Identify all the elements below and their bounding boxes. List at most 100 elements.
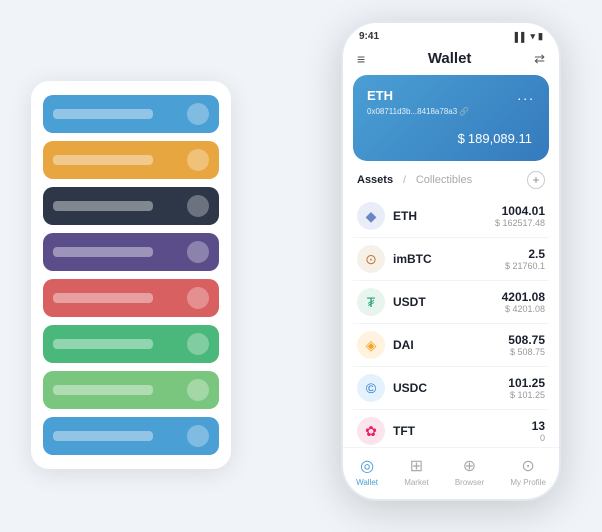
nav-label: Browser <box>455 478 484 487</box>
card-item-6[interactable] <box>43 371 219 409</box>
card-item-3[interactable] <box>43 233 219 271</box>
asset-left: © USDC <box>357 374 427 402</box>
eth-card[interactable]: ETH ... 0x08711d3b...8418a78a3 🔗 $189,08… <box>353 75 549 161</box>
card-icon <box>187 333 209 355</box>
eth-card-address: 0x08711d3b...8418a78a3 🔗 <box>367 107 535 116</box>
app-scene: 9:41 ▌▌ ▾ ▮ ≡ Wallet ⇄ ETH ... 0x08711d3… <box>21 21 581 511</box>
card-icon <box>187 241 209 263</box>
asset-name: imBTC <box>393 252 432 266</box>
asset-icon-usdt: ₮ <box>357 288 385 316</box>
nav-icon-my-profile: ⊙ <box>521 456 534 476</box>
eth-card-menu[interactable]: ... <box>517 87 535 103</box>
eth-card-currency: $ <box>458 131 465 146</box>
asset-amount: 101.25 <box>508 376 545 390</box>
card-label <box>53 385 153 395</box>
asset-item-dai[interactable]: ◈ DAI 508.75 $ 508.75 <box>353 324 549 367</box>
asset-amount: 2.5 <box>505 247 545 261</box>
status-icons: ▌▌ ▾ ▮ <box>515 31 543 42</box>
card-icon <box>187 149 209 171</box>
card-label <box>53 155 153 165</box>
card-icon <box>187 103 209 125</box>
tab-assets[interactable]: Assets <box>357 174 393 186</box>
asset-icon-tft: ✿ <box>357 417 385 445</box>
nav-item-browser[interactable]: ⊕ Browser <box>455 456 484 487</box>
asset-icon-usdc: © <box>357 374 385 402</box>
asset-usd: $ 162517.48 <box>495 218 545 228</box>
card-icon <box>187 379 209 401</box>
asset-amount: 1004.01 <box>495 204 545 218</box>
tab-collectibles[interactable]: Collectibles <box>416 174 472 186</box>
menu-icon[interactable]: ≡ <box>357 51 365 67</box>
card-label <box>53 247 153 257</box>
nav-item-wallet[interactable]: ◎ Wallet <box>356 456 378 487</box>
card-label <box>53 339 153 349</box>
asset-item-tft[interactable]: ✿ TFT 13 0 <box>353 410 549 447</box>
bottom-nav: ◎ Wallet ⊞ Market ⊕ Browser ⊙ My Profile <box>343 447 559 499</box>
card-icon <box>187 425 209 447</box>
card-item-2[interactable] <box>43 187 219 225</box>
asset-icon-imbtc: ⊙ <box>357 245 385 273</box>
tab-separator: / <box>403 175 406 186</box>
asset-amount: 508.75 <box>508 333 545 347</box>
eth-card-header: ETH ... <box>367 87 535 103</box>
asset-right: 1004.01 $ 162517.48 <box>495 204 545 228</box>
assets-tabs: Assets / Collectibles <box>357 174 472 186</box>
nav-icon-browser: ⊕ <box>463 456 476 476</box>
status-bar: 9:41 ▌▌ ▾ ▮ <box>343 23 559 46</box>
asset-left: ₮ USDT <box>357 288 426 316</box>
nav-label: Wallet <box>356 478 378 487</box>
asset-name: USDT <box>393 295 426 309</box>
asset-item-imbtc[interactable]: ⊙ imBTC 2.5 $ 21760.1 <box>353 238 549 281</box>
asset-left: ◈ DAI <box>357 331 414 359</box>
asset-usd: $ 101.25 <box>508 390 545 400</box>
nav-icon-market: ⊞ <box>410 456 423 476</box>
asset-name: USDC <box>393 381 427 395</box>
add-asset-button[interactable]: + <box>527 171 545 189</box>
nav-icon-wallet: ◎ <box>360 456 374 476</box>
card-item-1[interactable] <box>43 141 219 179</box>
nav-label: My Profile <box>510 478 546 487</box>
card-label <box>53 293 153 303</box>
asset-amount: 4201.08 <box>502 290 545 304</box>
asset-item-eth[interactable]: ◆ ETH 1004.01 $ 162517.48 <box>353 195 549 238</box>
asset-right: 101.25 $ 101.25 <box>508 376 545 400</box>
asset-left: ◆ ETH <box>357 202 417 230</box>
asset-usd: 0 <box>532 433 545 443</box>
nav-item-my-profile[interactable]: ⊙ My Profile <box>510 456 546 487</box>
asset-left: ✿ TFT <box>357 417 415 445</box>
asset-item-usdt[interactable]: ₮ USDT 4201.08 $ 4201.08 <box>353 281 549 324</box>
assets-header: Assets / Collectibles + <box>343 161 559 195</box>
card-item-7[interactable] <box>43 417 219 455</box>
page-title: Wallet <box>428 50 472 67</box>
expand-icon[interactable]: ⇄ <box>534 51 545 67</box>
nav-item-market[interactable]: ⊞ Market <box>404 456 428 487</box>
card-icon <box>187 287 209 309</box>
card-label <box>53 431 153 441</box>
card-stack <box>31 81 231 469</box>
asset-list: ◆ ETH 1004.01 $ 162517.48 ⊙ imBTC 2.5 $ … <box>343 195 559 447</box>
asset-icon-dai: ◈ <box>357 331 385 359</box>
asset-right: 4201.08 $ 4201.08 <box>502 290 545 314</box>
asset-name: DAI <box>393 338 414 352</box>
card-item-5[interactable] <box>43 325 219 363</box>
card-item-0[interactable] <box>43 95 219 133</box>
card-item-4[interactable] <box>43 279 219 317</box>
asset-name: TFT <box>393 424 415 438</box>
eth-card-amount: $189,089.11 <box>367 126 535 149</box>
asset-item-usdc[interactable]: © USDC 101.25 $ 101.25 <box>353 367 549 410</box>
asset-amount: 13 <box>532 419 545 433</box>
card-label <box>53 109 153 119</box>
phone-header: ≡ Wallet ⇄ <box>343 46 559 75</box>
asset-usd: $ 21760.1 <box>505 261 545 271</box>
asset-usd: $ 4201.08 <box>502 304 545 314</box>
eth-card-title: ETH <box>367 88 393 103</box>
asset-left: ⊙ imBTC <box>357 245 432 273</box>
asset-icon-eth: ◆ <box>357 202 385 230</box>
asset-right: 508.75 $ 508.75 <box>508 333 545 357</box>
card-icon <box>187 195 209 217</box>
asset-name: ETH <box>393 209 417 223</box>
card-label <box>53 201 153 211</box>
asset-right: 13 0 <box>532 419 545 443</box>
asset-right: 2.5 $ 21760.1 <box>505 247 545 271</box>
asset-usd: $ 508.75 <box>508 347 545 357</box>
